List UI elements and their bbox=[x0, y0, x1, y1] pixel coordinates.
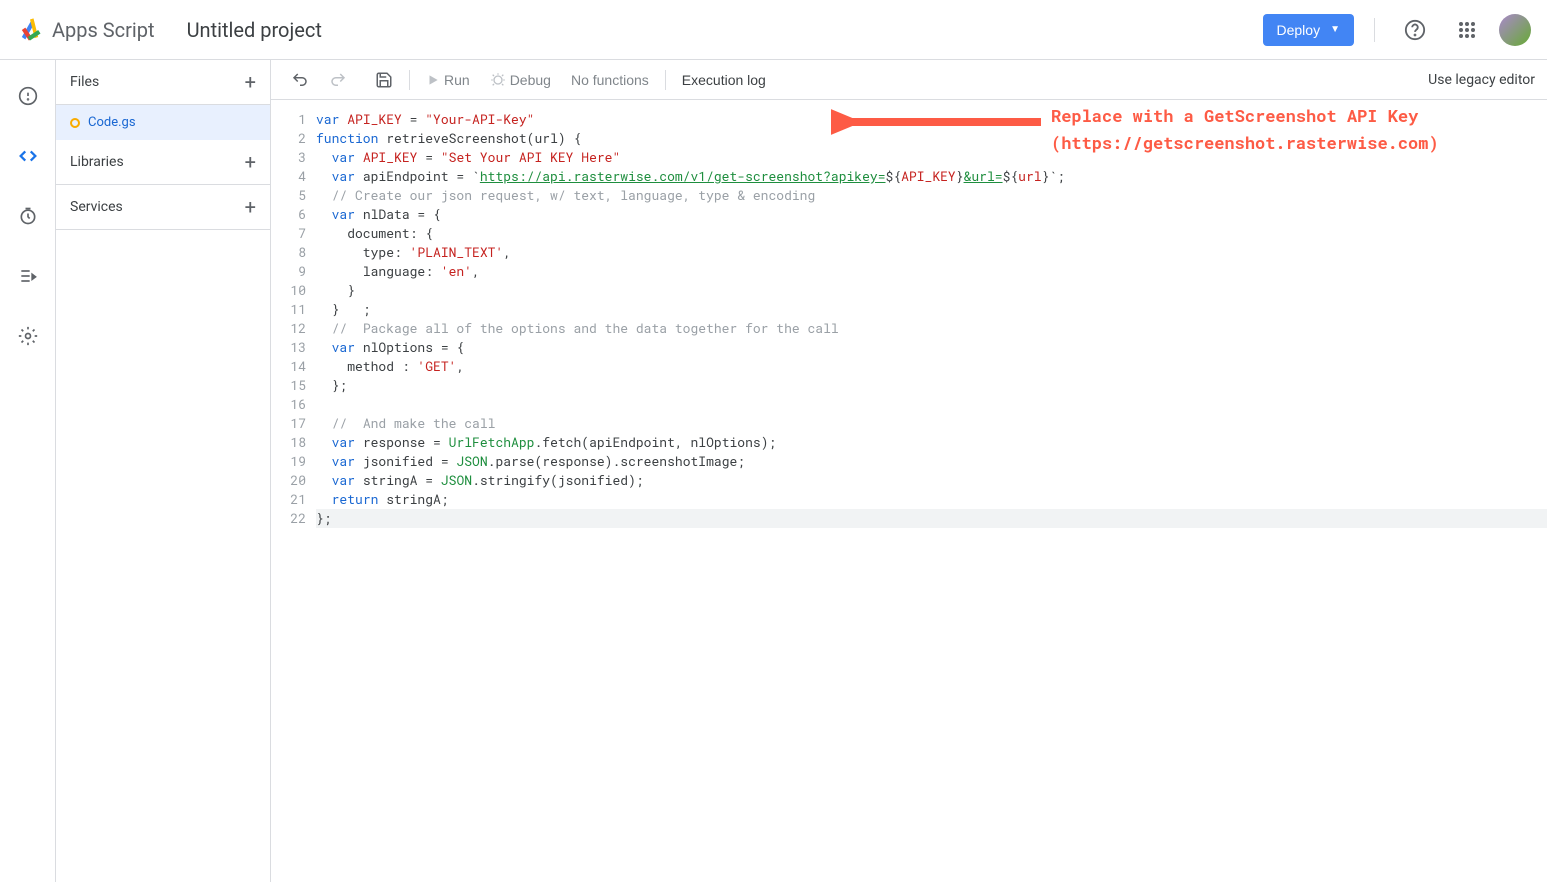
app-name: Apps Script bbox=[52, 18, 155, 42]
executions-icon[interactable] bbox=[8, 256, 48, 296]
app-header: Apps Script Untitled project Deploy ▼ bbox=[0, 0, 1547, 60]
save-icon[interactable] bbox=[367, 65, 401, 95]
settings-icon[interactable] bbox=[8, 316, 48, 356]
header-right: Deploy ▼ bbox=[1263, 10, 1532, 50]
editor: Run Debug No functions Execution log Use… bbox=[271, 60, 1547, 882]
files-section: Files + bbox=[56, 60, 270, 105]
left-rail bbox=[0, 60, 56, 882]
file-sidebar: Files + Code.gs Libraries + Services + bbox=[56, 60, 271, 882]
editor-toolbar: Run Debug No functions Execution log Use… bbox=[271, 60, 1547, 100]
undo-icon[interactable] bbox=[283, 65, 317, 95]
logo: Apps Script bbox=[16, 16, 155, 44]
project-title[interactable]: Untitled project bbox=[187, 18, 322, 42]
debug-button[interactable]: Debug bbox=[482, 66, 559, 94]
help-icon[interactable] bbox=[1395, 10, 1435, 50]
divider bbox=[409, 70, 410, 90]
debug-label: Debug bbox=[510, 72, 551, 88]
no-functions-label: No functions bbox=[571, 72, 649, 88]
editor-icon[interactable] bbox=[8, 136, 48, 176]
execution-log-button[interactable]: Execution log bbox=[674, 66, 774, 94]
divider bbox=[665, 70, 666, 90]
deploy-label: Deploy bbox=[1277, 22, 1321, 38]
execution-log-label: Execution log bbox=[682, 72, 766, 88]
apps-script-logo-icon bbox=[16, 16, 44, 44]
bug-icon bbox=[490, 72, 506, 88]
code-area[interactable]: 12345678910111213141516171819202122 var … bbox=[271, 100, 1547, 882]
file-name: Code.gs bbox=[88, 115, 136, 130]
apps-grid-icon[interactable] bbox=[1447, 10, 1487, 50]
files-label: Files bbox=[70, 74, 99, 90]
file-item-code[interactable]: Code.gs bbox=[56, 105, 270, 140]
services-section: Services + bbox=[56, 185, 270, 230]
triggers-icon[interactable] bbox=[8, 196, 48, 236]
avatar[interactable] bbox=[1499, 14, 1531, 46]
deploy-button[interactable]: Deploy ▼ bbox=[1263, 14, 1355, 46]
divider bbox=[1374, 18, 1375, 42]
file-status-icon bbox=[70, 118, 80, 128]
overview-icon[interactable] bbox=[8, 76, 48, 116]
libraries-section: Libraries + bbox=[56, 140, 270, 185]
code-lines[interactable]: var API_KEY = "Your-API-Key"function ret… bbox=[316, 110, 1547, 882]
add-service-icon[interactable]: + bbox=[245, 197, 256, 217]
redo-icon[interactable] bbox=[321, 65, 355, 95]
chevron-down-icon: ▼ bbox=[1330, 24, 1340, 35]
play-icon bbox=[426, 73, 440, 87]
main: Files + Code.gs Libraries + Services + R… bbox=[0, 60, 1547, 882]
run-label: Run bbox=[444, 72, 470, 88]
add-library-icon[interactable]: + bbox=[245, 152, 256, 172]
add-file-icon[interactable]: + bbox=[245, 72, 256, 92]
run-button[interactable]: Run bbox=[418, 66, 478, 94]
line-gutter: 12345678910111213141516171819202122 bbox=[271, 110, 316, 882]
services-label: Services bbox=[70, 199, 123, 215]
function-selector[interactable]: No functions bbox=[563, 66, 657, 94]
legacy-editor-link[interactable]: Use legacy editor bbox=[1428, 72, 1535, 88]
libraries-label: Libraries bbox=[70, 154, 124, 170]
